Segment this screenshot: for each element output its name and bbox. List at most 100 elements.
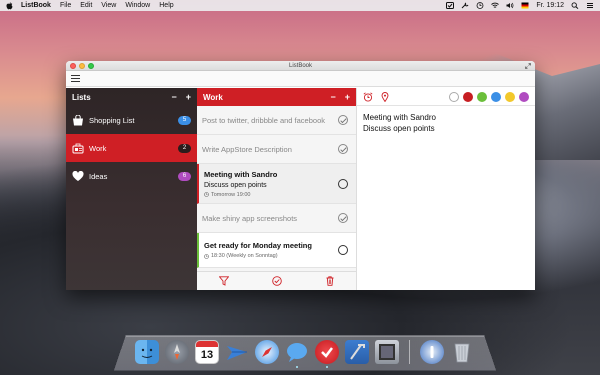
task-reminder: 18:30 (Weekly on Sonntag) [204, 253, 278, 259]
task-row[interactable]: Get ready for Monday meeting 18:30 (Week… [197, 233, 356, 268]
detail-toolbar [357, 88, 535, 106]
reminder-text: 18:30 (Weekly on Sonntag) [211, 253, 278, 259]
task-row[interactable]: Make shiny app screenshots [197, 204, 356, 233]
count-badge: 6 [178, 171, 191, 181]
apple-icon[interactable] [6, 1, 13, 10]
task-title: Meeting with Sandro [204, 169, 278, 179]
messages-icon[interactable] [285, 340, 309, 368]
launchpad-icon[interactable] [165, 340, 189, 364]
list-item-label: Work [89, 143, 107, 153]
calendar-day: 13 [200, 349, 214, 361]
task-done-checkbox[interactable] [338, 115, 348, 125]
menu-clock[interactable]: Fr. 19:12 [536, 2, 564, 9]
menu-help[interactable]: Help [159, 2, 173, 9]
menu-app-name[interactable]: ListBook [21, 2, 51, 9]
listbook-icon[interactable] [315, 340, 339, 368]
check-circle-icon[interactable] [271, 276, 282, 286]
hamburger-menu-icon[interactable] [71, 75, 80, 82]
app-window: ListBook Lists − + Shopping List 5 Work [66, 61, 535, 290]
task-done-checkbox[interactable] [338, 144, 348, 154]
mail-icon[interactable] [225, 340, 249, 364]
onepassword-icon[interactable] [420, 340, 444, 364]
safari-icon[interactable] [255, 340, 279, 364]
tasks-header: Work − + [197, 88, 356, 106]
xcode-icon[interactable] [345, 340, 369, 364]
wrench-icon[interactable] [461, 2, 469, 9]
menu-bar: ListBook File Edit View Window Help Fr. … [0, 0, 600, 11]
clock-icon [204, 192, 209, 197]
menu-file[interactable]: File [60, 2, 71, 9]
list-item-label: Ideas [89, 171, 108, 181]
task-reminder: Tomorrow 19:00 [204, 192, 250, 198]
remove-list-button[interactable]: − [171, 92, 176, 102]
add-task-button[interactable]: + [345, 92, 350, 102]
task-row[interactable]: Write AppStore Description [197, 135, 356, 164]
reminder-text: Tomorrow 19:00 [211, 191, 251, 198]
preview-icon[interactable] [375, 340, 399, 364]
filter-icon[interactable] [218, 276, 229, 286]
fullscreen-icon[interactable] [525, 63, 531, 69]
location-pin-icon[interactable] [380, 91, 390, 102]
remove-task-button[interactable]: − [330, 92, 335, 102]
task-checkbox[interactable] [338, 245, 348, 255]
task-title: Post to twitter, dribbble and facebook [202, 115, 325, 125]
spotlight-icon[interactable] [571, 2, 579, 9]
color-swatch-yellow[interactable] [505, 91, 515, 102]
list-item-ideas[interactable]: Ideas 6 [66, 162, 197, 190]
list-item-label: Shopping List [89, 115, 135, 125]
window-title: ListBook [288, 63, 312, 69]
note-line: Discuss open points [363, 124, 435, 133]
wifi-icon[interactable] [491, 2, 500, 9]
briefcase-icon [72, 143, 84, 153]
dock-icons: 13 [135, 340, 474, 368]
trash-can-icon[interactable] [450, 340, 474, 364]
menu-view[interactable]: View [101, 2, 116, 9]
task-title: Make shiny app screenshots [202, 213, 298, 223]
color-swatch-red[interactable] [463, 91, 473, 102]
menu-window[interactable]: Window [125, 2, 150, 9]
close-button[interactable] [70, 63, 76, 69]
trash-icon[interactable] [325, 276, 335, 286]
clock-icon [204, 253, 209, 259]
heart-icon [72, 170, 84, 181]
flag-icon[interactable] [521, 2, 529, 9]
time-machine-icon[interactable] [476, 2, 484, 9]
task-note: Discuss open points [204, 181, 267, 189]
window-toolbar [66, 71, 535, 87]
zoom-button[interactable] [88, 63, 94, 69]
list-item-work[interactable]: Work 2 [66, 134, 197, 162]
lists-title: Lists [72, 92, 91, 102]
window-titlebar[interactable]: ListBook [66, 61, 535, 71]
tasks-title: Work [203, 92, 223, 102]
color-swatch-blue[interactable] [491, 91, 501, 102]
color-swatch-purple[interactable] [519, 91, 529, 102]
add-list-button[interactable]: + [186, 92, 191, 102]
color-picker [449, 91, 529, 102]
color-swatch-white[interactable] [449, 91, 459, 102]
tasks-pane: Work − + Post to twitter, dribbble and f… [197, 88, 357, 290]
task-title: Write AppStore Description [202, 144, 292, 154]
task-checkbox[interactable] [338, 178, 348, 189]
count-badge: 5 [178, 115, 191, 125]
traffic-lights [70, 63, 94, 69]
alarm-clock-icon[interactable] [363, 91, 373, 102]
note-editor[interactable]: Meeting with Sandro Discuss open points [357, 106, 535, 140]
menu-edit[interactable]: Edit [80, 2, 92, 9]
volume-icon[interactable] [506, 2, 514, 9]
tasks-footer [197, 271, 356, 290]
status-area: Fr. 19:12 [446, 2, 594, 9]
note-line: Meeting with Sandro [363, 113, 436, 122]
minimize-button[interactable] [79, 63, 85, 69]
task-row[interactable]: Post to twitter, dribbble and facebook [197, 106, 356, 135]
count-badge: 2 [178, 143, 191, 153]
finder-icon[interactable] [135, 340, 159, 364]
status-app-icon[interactable] [446, 2, 455, 9]
task-done-checkbox[interactable] [338, 213, 348, 223]
list-item-shopping[interactable]: Shopping List 5 [66, 106, 197, 134]
task-row-selected[interactable]: Meeting with Sandro Discuss open points … [197, 164, 356, 204]
notification-center-icon[interactable] [586, 2, 594, 9]
main-content: Lists − + Shopping List 5 Work 2 Ideas 6 [66, 88, 535, 290]
shopping-bag-icon [73, 114, 83, 125]
calendar-icon[interactable]: 13 [195, 340, 219, 364]
color-swatch-green[interactable] [477, 91, 487, 102]
